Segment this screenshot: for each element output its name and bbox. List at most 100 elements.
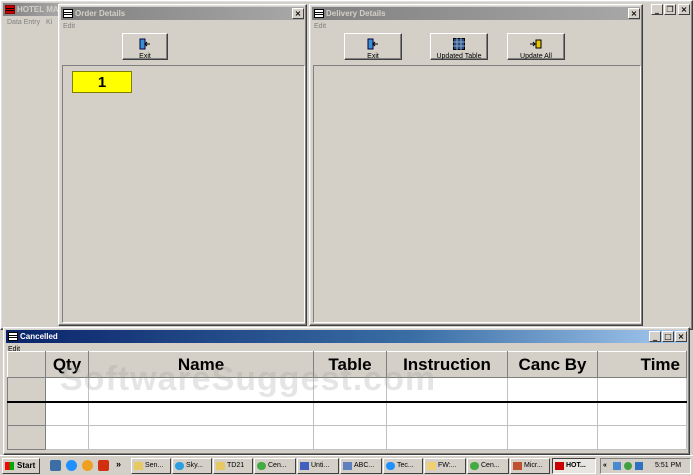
- messenger-icon[interactable]: [82, 460, 93, 471]
- table-row[interactable]: [7, 401, 687, 426]
- update-all-label: Update All: [520, 53, 552, 60]
- task-item[interactable]: Cen...: [254, 458, 296, 474]
- table-grid-icon: [453, 38, 465, 50]
- chrome-icon: [257, 462, 266, 470]
- minimize-button[interactable]: _: [649, 331, 661, 342]
- table-cell[interactable]: [597, 425, 687, 450]
- chrome-icon: [470, 462, 479, 470]
- menu-data-entry[interactable]: Data Entry: [7, 19, 40, 26]
- table-header-row: Qty Name Table Instruction Canc By Time: [7, 351, 687, 378]
- table-cell[interactable]: [45, 377, 89, 403]
- menu-kitchen[interactable]: Ki: [46, 19, 52, 26]
- task-item[interactable]: ABC...: [340, 458, 382, 474]
- window-icon: [63, 9, 73, 18]
- column-header-qty[interactable]: Qty: [45, 351, 89, 378]
- close-button[interactable]: ×: [675, 331, 687, 342]
- exit-door-icon: [367, 38, 378, 50]
- browser-icon: [386, 462, 395, 470]
- updated-table-button[interactable]: Updated Table: [430, 33, 488, 60]
- table-cell[interactable]: [386, 425, 508, 450]
- table-cell[interactable]: [386, 401, 508, 426]
- delivery-details-title-bar[interactable]: Delivery Details ×: [312, 7, 640, 20]
- table-cell[interactable]: [88, 425, 314, 450]
- volume-icon[interactable]: [624, 462, 632, 470]
- column-header-table[interactable]: Table: [313, 351, 387, 378]
- table-cell[interactable]: [507, 377, 598, 403]
- quicklaunch-more[interactable]: »: [116, 459, 121, 469]
- table-cell[interactable]: [507, 401, 598, 426]
- main-window-title-bar[interactable]: HOTEL MAN: [3, 3, 59, 16]
- update-all-button[interactable]: Update All: [507, 33, 565, 60]
- close-button[interactable]: ×: [678, 4, 690, 15]
- table-cell[interactable]: [313, 377, 387, 403]
- order-details-window: Order Details × Edit Exit 1: [58, 4, 307, 326]
- table-cell[interactable]: [45, 425, 89, 450]
- column-header-canc-by[interactable]: Canc By: [507, 351, 598, 378]
- table-cell[interactable]: [507, 425, 598, 450]
- task-item[interactable]: Cen...: [467, 458, 509, 474]
- task-label: Cen...: [481, 462, 500, 469]
- tray-expand[interactable]: «: [603, 459, 607, 473]
- task-item[interactable]: Tec...: [383, 458, 423, 474]
- task-item-active[interactable]: HOT...: [552, 458, 596, 474]
- row-header[interactable]: [7, 377, 46, 403]
- order-tile[interactable]: 1: [72, 71, 132, 93]
- table-cell[interactable]: [45, 401, 89, 426]
- task-label: Micr...: [524, 462, 543, 469]
- main-window-controls: _ ❐ ×: [651, 3, 691, 16]
- windows-logo-icon: [5, 462, 14, 470]
- document-icon: [343, 462, 352, 470]
- task-label: Sen...: [145, 462, 164, 469]
- document-icon: [513, 462, 522, 470]
- table-row[interactable]: [7, 377, 687, 403]
- task-label: Unti...: [311, 462, 330, 469]
- task-label: Cen...: [268, 462, 287, 469]
- task-label: Sky...: [186, 462, 203, 469]
- task-item[interactable]: TD21: [213, 458, 253, 474]
- close-button[interactable]: ×: [292, 8, 304, 19]
- skype-icon: [175, 462, 184, 470]
- table-row[interactable]: [7, 425, 687, 450]
- security-icon[interactable]: [635, 462, 643, 470]
- column-header-time[interactable]: Time: [597, 351, 687, 378]
- main-window-title: HOTEL MAN: [17, 5, 59, 14]
- table-cell[interactable]: [313, 401, 387, 426]
- delivery-details-window: Delivery Details × Edit Exit Updated Tab…: [309, 4, 643, 326]
- table-cell[interactable]: [597, 377, 687, 403]
- exit-door-icon: [139, 38, 150, 50]
- app-shortcut-icon[interactable]: [98, 460, 109, 471]
- task-item[interactable]: Sky...: [172, 458, 212, 474]
- table-cell[interactable]: [597, 401, 687, 426]
- exit-button[interactable]: Exit: [122, 33, 168, 60]
- browser-icon[interactable]: [66, 460, 77, 471]
- delivery-details-menu-edit[interactable]: Edit: [314, 21, 326, 32]
- mail-icon: [427, 462, 436, 470]
- order-details-menu-edit[interactable]: Edit: [63, 21, 75, 32]
- task-item[interactable]: Micr...: [510, 458, 550, 474]
- exit-button[interactable]: Exit: [344, 33, 402, 60]
- table-cell[interactable]: [386, 377, 508, 403]
- table-cell[interactable]: [313, 425, 387, 450]
- row-header[interactable]: [7, 401, 46, 426]
- table-cell[interactable]: [88, 401, 314, 426]
- column-header-instruction[interactable]: Instruction: [386, 351, 508, 378]
- task-item[interactable]: Sen...: [131, 458, 171, 474]
- task-label: FW:...: [438, 462, 457, 469]
- restore-button[interactable]: ❐: [664, 4, 676, 15]
- task-item[interactable]: Unti...: [297, 458, 339, 474]
- minimize-button[interactable]: _: [651, 4, 663, 15]
- delivery-list-panel: [313, 65, 641, 323]
- task-item[interactable]: FW:...: [424, 458, 466, 474]
- cancelled-title-bar[interactable]: Cancelled _ □ ×: [6, 330, 687, 343]
- network-icon[interactable]: [613, 462, 621, 470]
- table-cell[interactable]: [88, 377, 314, 403]
- cancelled-table[interactable]: Qty Name Table Instruction Canc By Time: [7, 351, 687, 450]
- maximize-button[interactable]: □: [662, 331, 674, 342]
- close-button[interactable]: ×: [628, 8, 640, 19]
- order-details-title-bar[interactable]: Order Details ×: [61, 7, 304, 20]
- row-header[interactable]: [7, 425, 46, 450]
- start-button[interactable]: Start: [2, 458, 40, 474]
- desktop-icon[interactable]: [50, 460, 61, 471]
- clock[interactable]: 5:51 PM: [655, 459, 681, 473]
- column-header-name[interactable]: Name: [88, 351, 314, 378]
